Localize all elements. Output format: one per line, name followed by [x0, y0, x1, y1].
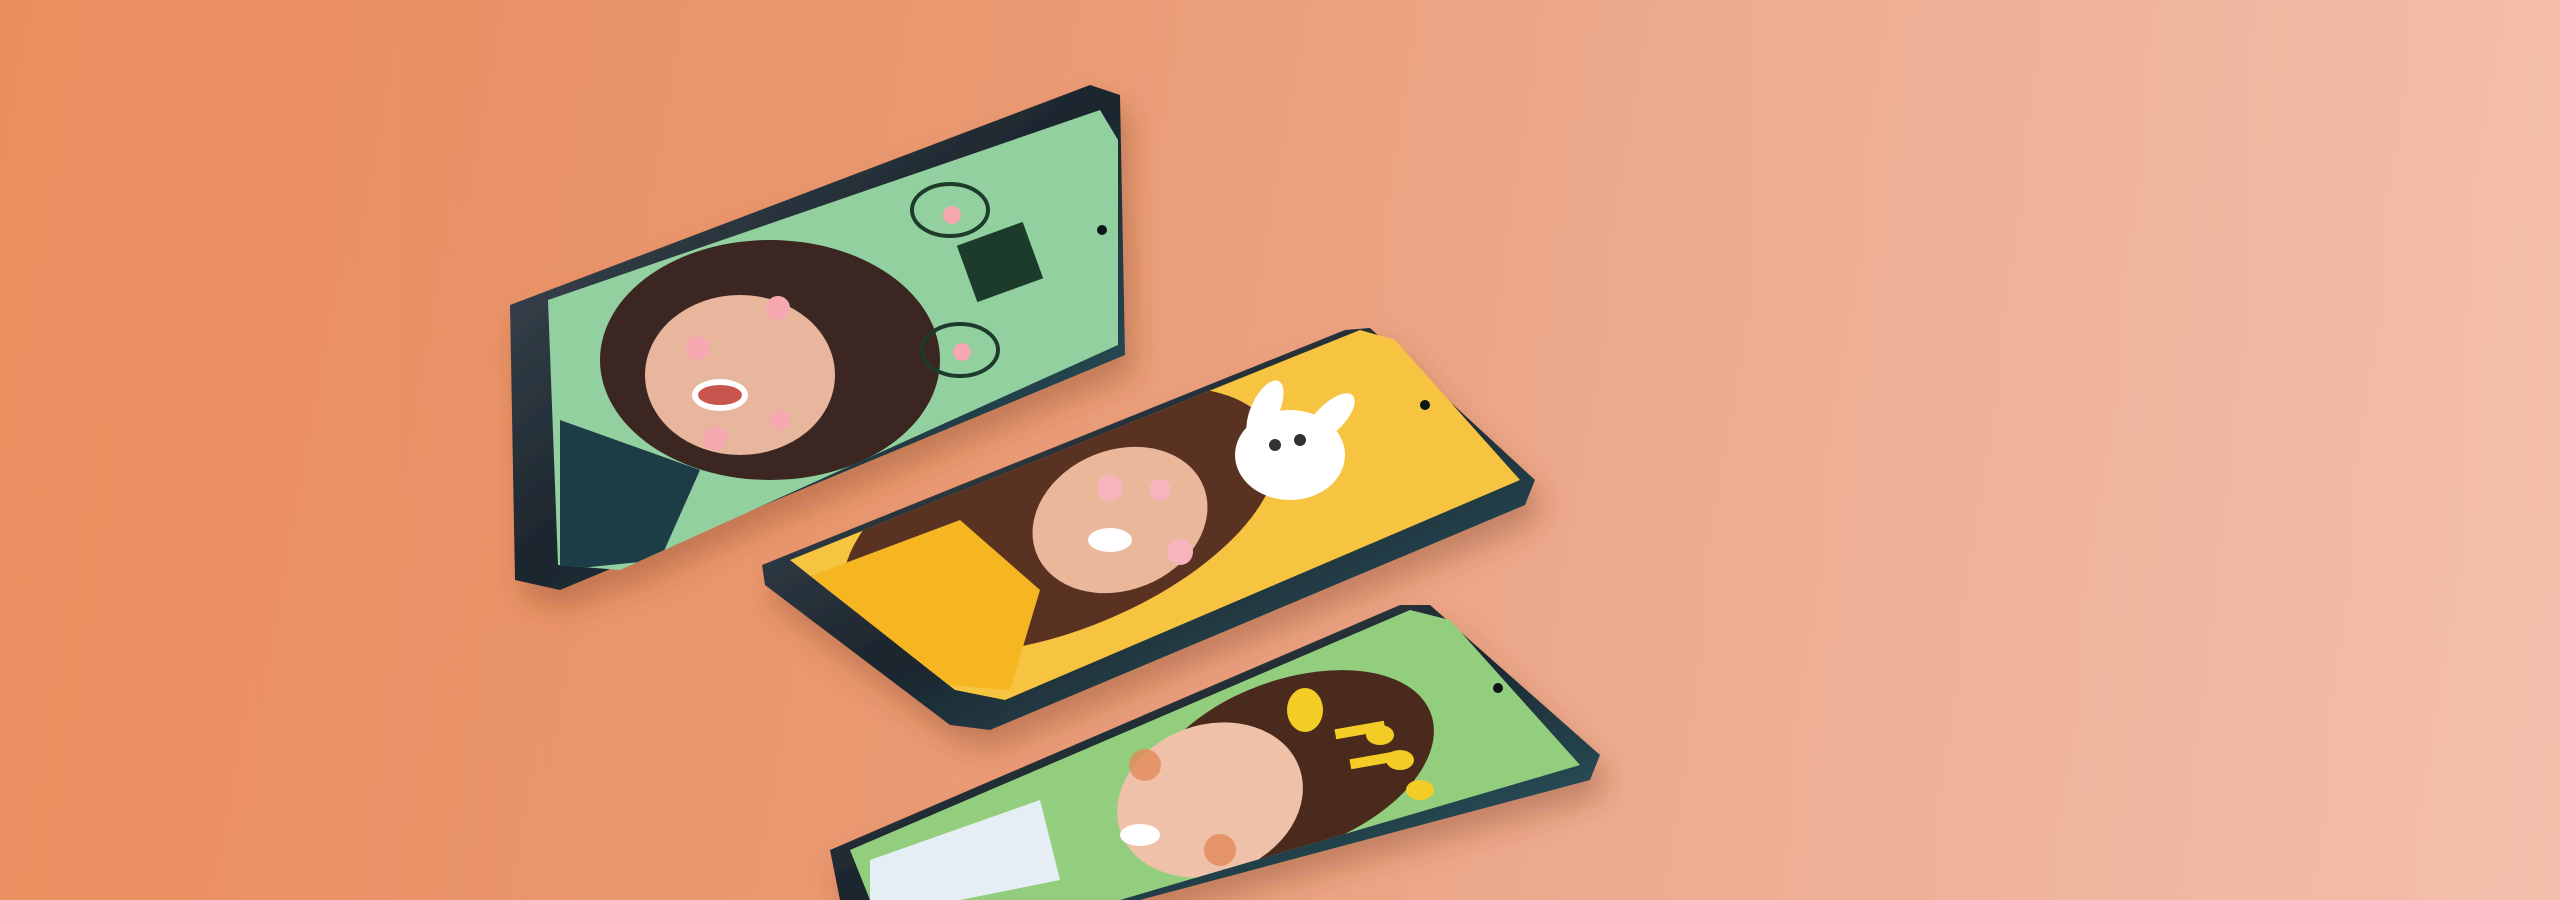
phones-illustration: [0, 0, 2560, 900]
phone-1-camera: [1097, 225, 1107, 235]
phone-2-camera: [1420, 400, 1430, 410]
hero-scene: [0, 0, 2560, 900]
phone-3-camera: [1493, 683, 1503, 693]
